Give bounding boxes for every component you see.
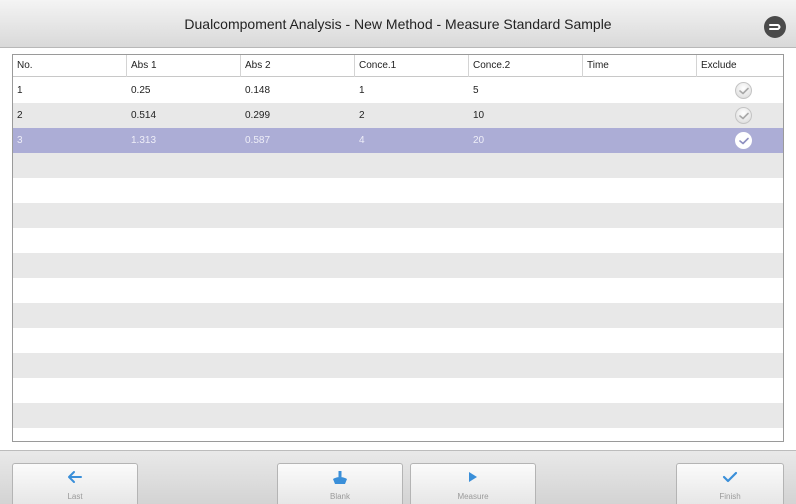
measure-button[interactable]: Measure bbox=[410, 463, 536, 504]
table-body: 1 0.25 0.148 1 5 2 0.514 0.299 2 10 3 1.313 0.587 4 20 bbox=[13, 78, 783, 441]
cell-conc2: 10 bbox=[473, 110, 485, 121]
empty-table-row bbox=[13, 328, 783, 353]
blank-button-label: Blank bbox=[329, 492, 350, 501]
standard-sample-table: No. Abs 1 Abs 2 Conce.1 Conce.2 Time Exc… bbox=[12, 54, 784, 442]
cell-abs1: 1.313 bbox=[131, 135, 157, 146]
last-button-label: Last bbox=[67, 492, 83, 501]
table-row[interactable]: 3 1.313 0.587 4 20 bbox=[13, 128, 783, 153]
exclude-check-icon[interactable] bbox=[735, 107, 752, 124]
column-header-abs2: Abs 2 bbox=[241, 55, 355, 77]
last-button[interactable]: Last bbox=[12, 463, 138, 504]
cell-conc2: 20 bbox=[473, 135, 485, 146]
blank-flask-icon bbox=[333, 471, 347, 484]
title-bar: Dualcompoment Analysis - New Method - Me… bbox=[0, 0, 796, 48]
empty-table-row bbox=[13, 178, 783, 203]
cell-abs2: 0.299 bbox=[245, 110, 271, 121]
cell-no: 2 bbox=[17, 110, 23, 121]
empty-table-row bbox=[13, 153, 783, 178]
back-button[interactable] bbox=[764, 16, 786, 38]
play-icon bbox=[469, 472, 477, 482]
cell-time bbox=[583, 78, 697, 103]
column-header-conc2: Conce.2 bbox=[469, 55, 583, 77]
empty-table-row bbox=[13, 203, 783, 228]
empty-table-row bbox=[13, 253, 783, 278]
cell-time bbox=[583, 103, 697, 128]
empty-table-row bbox=[13, 353, 783, 378]
cell-no: 1 bbox=[17, 85, 23, 96]
table-row[interactable]: 1 0.25 0.148 1 5 bbox=[13, 78, 783, 103]
measure-button-label: Measure bbox=[457, 492, 489, 501]
exclude-check-icon[interactable] bbox=[735, 82, 752, 99]
empty-table-row bbox=[13, 378, 783, 403]
empty-table-row bbox=[13, 278, 783, 303]
table-row[interactable]: 2 0.514 0.299 2 10 bbox=[13, 103, 783, 128]
column-header-conc1: Conce.1 bbox=[355, 55, 469, 77]
exclude-check-icon[interactable] bbox=[735, 132, 752, 149]
cell-abs1: 0.25 bbox=[131, 85, 151, 96]
cell-conc2: 5 bbox=[473, 85, 479, 96]
cell-conc1: 4 bbox=[359, 135, 365, 146]
cell-conc1: 2 bbox=[359, 110, 365, 121]
empty-table-row bbox=[13, 428, 783, 441]
column-header-no: No. bbox=[13, 55, 127, 77]
column-header-time: Time bbox=[583, 55, 697, 77]
finish-button-label: Finish bbox=[719, 492, 741, 501]
checkmark-icon bbox=[722, 471, 738, 483]
empty-table-row bbox=[13, 303, 783, 328]
window-title: Dualcompoment Analysis - New Method - Me… bbox=[184, 16, 612, 32]
column-header-exclude: Exclude bbox=[701, 60, 737, 71]
cell-abs2: 0.587 bbox=[245, 135, 271, 146]
empty-table-row bbox=[13, 403, 783, 428]
back-return-icon bbox=[769, 24, 781, 30]
cell-abs2: 0.148 bbox=[245, 85, 271, 96]
table-header: No. Abs 1 Abs 2 Conce.1 Conce.2 Time Exc… bbox=[13, 55, 783, 77]
blank-button[interactable]: Blank bbox=[277, 463, 403, 504]
cell-time bbox=[583, 128, 697, 153]
cell-abs1: 0.514 bbox=[131, 110, 157, 121]
cell-no: 3 bbox=[17, 135, 23, 146]
arrow-left-icon bbox=[68, 471, 82, 483]
column-header-abs1: Abs 1 bbox=[127, 55, 241, 77]
finish-button[interactable]: Finish bbox=[676, 463, 784, 504]
bottom-toolbar: Last Blank Measure Finish bbox=[0, 450, 796, 504]
empty-table-row bbox=[13, 228, 783, 253]
cell-conc1: 1 bbox=[359, 85, 365, 96]
